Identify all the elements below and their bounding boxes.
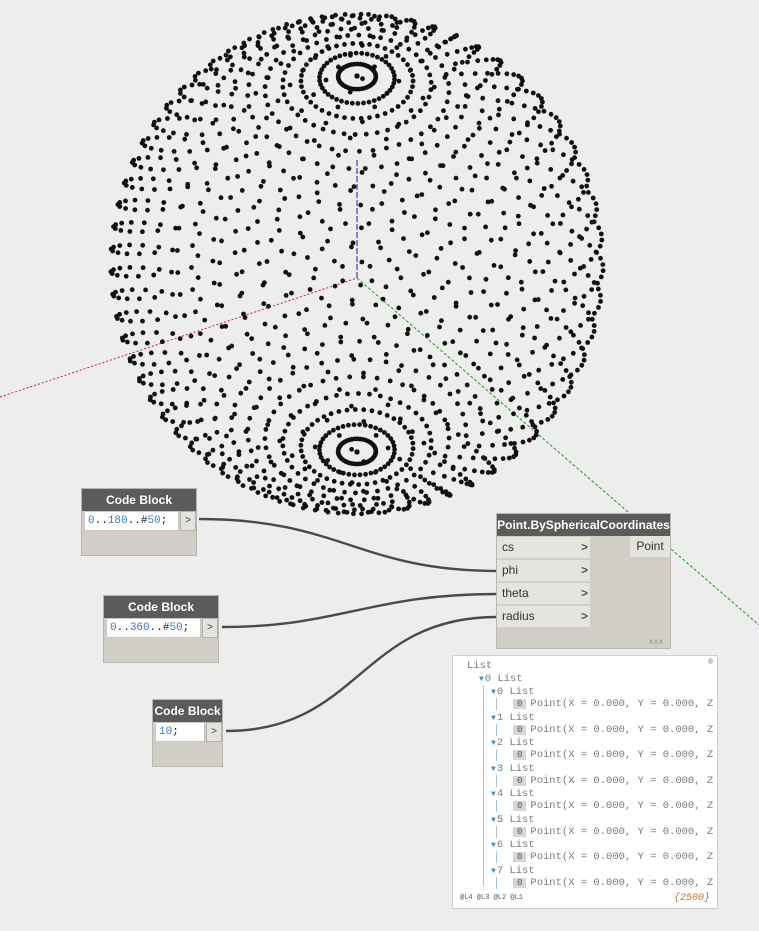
node-title[interactable]: Code Block [104,596,218,618]
item-index: 0 [513,801,527,811]
point-value-row: 0 Point(X = 0.000, Y = 0.000, Z [513,877,713,889]
tree-guide [483,686,484,886]
wire-phi [198,517,498,573]
expand-triangle-icon[interactable]: ▼ [479,675,484,684]
expand-triangle-icon[interactable]: ▼ [491,688,496,697]
expand-triangle-icon[interactable]: ▼ [491,765,496,774]
node-title[interactable]: Code Block [153,700,222,722]
point-value-row: 0 Point(X = 0.000, Y = 0.000, Z [513,826,713,838]
list-levels: @L4 @L3 @L2 @L1 [460,894,524,902]
tree-guide [496,876,497,889]
input-port-cs[interactable]: cs > [497,537,590,559]
sublist-item[interactable]: ▼0 List [491,686,535,698]
code-text: 0..180..#50; [88,515,168,527]
sublist-item[interactable]: ▼7 List [491,865,535,877]
output-port[interactable]: > [202,618,218,638]
expand-triangle-icon[interactable]: ▼ [491,867,496,876]
sublist-item[interactable]: ▼5 List [491,814,535,826]
expand-triangle-icon[interactable]: ▼ [491,790,496,799]
chevron-right-icon: > [580,540,588,554]
code-block-node-theta[interactable]: Code Block 0..360..#50; > [104,596,218,662]
code-block-node-phi[interactable]: Code Block 0..180..#50; > [82,489,196,555]
node-title[interactable]: Code Block [82,489,196,511]
list-level0[interactable]: ▼0 List [479,673,523,685]
scrollbar-thumb[interactable] [708,658,713,664]
input-port-radius[interactable]: radius > [497,606,590,628]
lacing-indicator[interactable]: xxx [649,637,664,646]
expand-triangle-icon[interactable]: ▼ [491,816,496,825]
point-by-spherical-coordinates-node[interactable]: Point.BySphericalCoordinates cs > phi > … [497,514,670,648]
item-index: 0 [513,724,527,735]
code-editor[interactable]: 10; [155,722,205,742]
chevron-right-icon: > [580,586,588,600]
node-title[interactable]: Point.BySphericalCoordinates [497,514,670,536]
output-port[interactable]: > [206,722,222,742]
sublist-item[interactable]: ▼3 List [491,763,535,775]
point-value-row: 0 Point(X = 0.000, Y = 0.000, Z [513,698,713,710]
point-value-row: 0 Point(X = 0.000, Y = 0.000, Z [513,749,713,761]
item-count: {2500} [673,893,710,904]
chevron-right-icon: > [580,609,588,623]
point-value-row: 0 Point(X = 0.000, Y = 0.000, Z [513,851,713,863]
output-port-point[interactable]: Point [630,536,670,557]
point-value-row: 0 Point(X = 0.000, Y = 0.000, Z [513,775,713,787]
input-port-theta[interactable]: theta > [497,583,590,605]
code-editor[interactable]: 0..360..#50; [106,618,201,638]
tree-guide [496,825,497,838]
expand-triangle-icon[interactable]: ▼ [491,841,496,850]
code-editor[interactable]: 0..180..#50; [84,511,179,531]
tree-guide [496,723,497,736]
item-index: 0 [513,699,527,709]
point-value-row: 0 Point(X = 0.000, Y = 0.000, Z [513,724,713,736]
code-text: 0..360..#50; [110,622,190,634]
sublist-item[interactable]: ▼6 List [491,839,535,851]
tree-guide [496,851,497,863]
tree-guide [496,749,497,761]
item-index: 0 [513,775,527,786]
output-port[interactable]: > [180,511,196,531]
item-index: 0 [513,852,527,862]
list-root-label: List [467,660,493,672]
chevron-right-icon: > [580,563,588,577]
expand-triangle-icon[interactable]: ▼ [491,714,496,723]
item-index: 0 [513,877,527,888]
watch-preview-bubble[interactable]: List ▼0 List ▼0 List 0 Point(X = 0.000, Y … [452,655,718,909]
item-index: 0 [513,826,527,837]
code-text: 10; [159,726,179,738]
item-index: 0 [513,750,527,760]
expand-triangle-icon[interactable]: ▼ [491,739,496,748]
tree-guide [496,774,497,787]
point-value-row: 0 Point(X = 0.000, Y = 0.000, Z [513,800,713,812]
input-port-phi[interactable]: phi > [497,560,590,582]
tree-guide [496,800,497,812]
tree-guide [496,698,497,710]
sublist-item[interactable]: ▼1 List [491,712,535,724]
sublist-item[interactable]: ▼4 List [491,788,535,800]
code-block-node-radius[interactable]: Code Block 10; > [153,700,222,766]
sublist-item[interactable]: ▼2 List [491,737,535,749]
